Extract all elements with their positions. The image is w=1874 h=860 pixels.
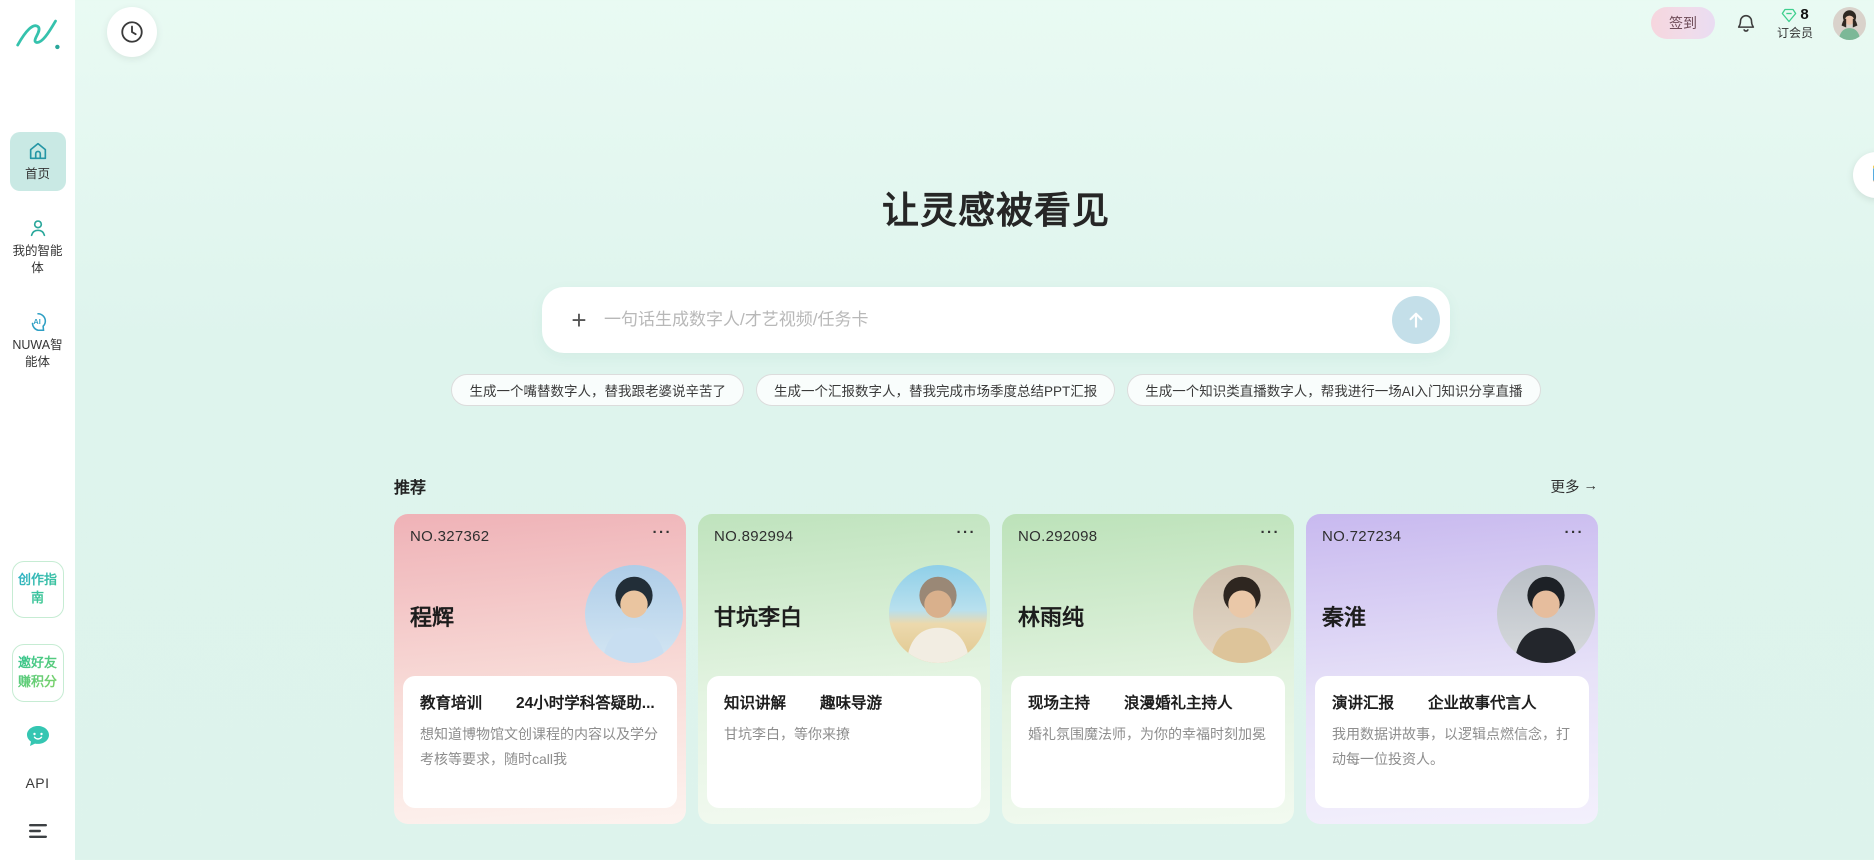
arrow-up-icon bbox=[1406, 310, 1426, 330]
invite-friends-label: 邀好友赚积分 bbox=[18, 655, 57, 689]
agent-name: 甘坑李白 bbox=[714, 600, 802, 632]
card-panel: 教育培训 24小时学科答疑助... 想知道博物馆文创课程的内容以及学分考核等要求… bbox=[403, 676, 677, 808]
agent-avatar bbox=[1497, 565, 1595, 663]
card-number: NO.727234 bbox=[1322, 528, 1401, 545]
sidebar-item-nuwa-agents[interactable]: AI NUWA智能体 bbox=[10, 303, 66, 379]
suggestion-chip[interactable]: 生成一个汇报数字人，替我完成市场季度总结PPT汇报 bbox=[756, 374, 1115, 406]
sidebar-item-my-agents[interactable]: 我的智能体 bbox=[10, 209, 66, 285]
invite-friends-button[interactable]: 邀好友赚积分 bbox=[12, 644, 64, 702]
agent-card[interactable]: NO.327362 ··· 程辉 教育培训 24小时学科答疑助... 想知道博物… bbox=[394, 514, 686, 824]
agent-tag: 知识讲解 bbox=[724, 691, 786, 713]
card-menu-button[interactable]: ··· bbox=[957, 528, 977, 539]
agent-tag: 现场主持 bbox=[1028, 691, 1090, 713]
main-content: 让灵感被看见 + 生成一个嘴替数字人，替我跟老婆说辛苦了 生成一个汇报数字人，替… bbox=[394, 0, 1598, 860]
agent-description: 想知道博物馆文创课程的内容以及学分考核等要求，随时call我 bbox=[420, 722, 660, 772]
plus-icon: + bbox=[571, 305, 586, 335]
card-menu-button[interactable]: ··· bbox=[1261, 528, 1281, 539]
edit-fab-button[interactable] bbox=[1853, 152, 1874, 198]
history-button[interactable] bbox=[107, 7, 157, 57]
gem-icon bbox=[1781, 8, 1797, 23]
recommend-title: 推荐 bbox=[394, 474, 426, 498]
topbar-right: 签到 8 订会员 bbox=[1651, 6, 1866, 41]
agent-tag: 24小时学科答疑助... bbox=[516, 691, 655, 713]
agent-tag: 浪漫婚礼主持人 bbox=[1124, 691, 1233, 713]
card-panel: 现场主持 浪漫婚礼主持人 婚礼氛围魔法师，为你的幸福时刻加冕 bbox=[1011, 676, 1285, 808]
agent-avatar bbox=[585, 565, 683, 663]
home-icon bbox=[27, 140, 49, 162]
card-panel: 演讲汇报 企业故事代言人 我用数据讲故事，以逻辑点燃信念，打动每一位投资人。 bbox=[1315, 676, 1589, 808]
hamburger-icon bbox=[28, 823, 48, 839]
sidebar-bottom: 创作指南 邀好友赚积分 API bbox=[0, 561, 75, 844]
recommend-header: 推荐 更多 → bbox=[394, 474, 1598, 498]
agent-card[interactable]: NO.292098 ··· 林雨纯 现场主持 浪漫婚礼主持人 婚礼氛围魔法师，为… bbox=[1002, 514, 1294, 824]
agent-tag: 趣味导游 bbox=[820, 691, 882, 713]
creation-guide-label: 创作指南 bbox=[18, 572, 57, 606]
agent-name: 程辉 bbox=[410, 600, 454, 632]
sidebar-item-home-label: 首页 bbox=[25, 166, 50, 183]
card-menu-button[interactable]: ··· bbox=[1565, 528, 1585, 539]
more-link-label: 更多 bbox=[1551, 476, 1580, 497]
suggestion-chip[interactable]: 生成一个知识类直播数字人，帮我进行一场AI入门知识分享直播 bbox=[1127, 374, 1540, 406]
user-avatar[interactable] bbox=[1833, 7, 1866, 40]
checkin-button[interactable]: 签到 bbox=[1651, 7, 1715, 39]
attach-button[interactable]: + bbox=[564, 305, 594, 336]
sidebar-item-nuwa-agents-label: NUWA智能体 bbox=[12, 337, 64, 371]
agent-card[interactable]: NO.892994 ··· 甘坑李白 知识讲解 趣味导游 甘坑李白，等你来撩 bbox=[698, 514, 990, 824]
member-label: 订会员 bbox=[1777, 26, 1813, 41]
notifications-button[interactable] bbox=[1735, 12, 1757, 34]
sidebar-item-my-agents-label: 我的智能体 bbox=[12, 243, 64, 277]
agent-name: 林雨纯 bbox=[1018, 600, 1084, 632]
card-menu-button[interactable]: ··· bbox=[653, 528, 673, 539]
suggestion-chips: 生成一个嘴替数字人，替我跟老婆说辛苦了 生成一个汇报数字人，替我完成市场季度总结… bbox=[394, 374, 1598, 406]
agent-tag: 演讲汇报 bbox=[1332, 691, 1394, 713]
submit-button[interactable] bbox=[1392, 296, 1440, 344]
agent-name: 秦淮 bbox=[1322, 600, 1366, 632]
sidebar-nav: 首页 我的智能体 AI NUWA智能体 bbox=[0, 132, 75, 378]
pencil-icon bbox=[1867, 164, 1874, 186]
agent-avatar bbox=[1193, 565, 1291, 663]
search-bar: + bbox=[542, 287, 1450, 353]
ai-head-icon: AI bbox=[27, 311, 49, 333]
card-number: NO.327362 bbox=[410, 528, 489, 545]
agent-card[interactable]: NO.727234 ··· 秦淮 演讲汇报 企业故事代言人 我用数据讲故事，以逻… bbox=[1306, 514, 1598, 824]
credits-count: 8 bbox=[1800, 6, 1808, 25]
user-icon bbox=[27, 217, 49, 239]
agent-description: 甘坑李白，等你来撩 bbox=[724, 722, 964, 747]
chat-support-button[interactable] bbox=[25, 724, 51, 753]
credits-member-badge[interactable]: 8 订会员 bbox=[1777, 6, 1813, 41]
svg-text:AI: AI bbox=[33, 316, 40, 325]
api-button[interactable]: API bbox=[25, 775, 49, 791]
card-number: NO.892994 bbox=[714, 528, 793, 545]
agent-cards: NO.327362 ··· 程辉 教育培训 24小时学科答疑助... 想知道博物… bbox=[394, 514, 1598, 824]
bell-icon bbox=[1735, 12, 1757, 34]
agent-tag: 企业故事代言人 bbox=[1428, 691, 1537, 713]
chat-bubble-icon bbox=[25, 724, 51, 748]
clock-icon bbox=[119, 19, 145, 45]
agent-tag: 教育培训 bbox=[420, 691, 482, 713]
card-panel: 知识讲解 趣味导游 甘坑李白，等你来撩 bbox=[707, 676, 981, 808]
suggestion-chip[interactable]: 生成一个嘴替数字人，替我跟老婆说辛苦了 bbox=[451, 374, 744, 406]
card-number: NO.292098 bbox=[1018, 528, 1097, 545]
creation-guide-button[interactable]: 创作指南 bbox=[12, 561, 64, 619]
menu-button[interactable] bbox=[28, 823, 48, 844]
app-logo bbox=[14, 10, 62, 56]
sidebar-item-home[interactable]: 首页 bbox=[10, 132, 66, 191]
sidebar: 首页 我的智能体 AI NUWA智能体 创作指南 邀好友赚积分 bbox=[0, 0, 75, 860]
arrow-right-icon: → bbox=[1584, 478, 1599, 494]
search-input[interactable] bbox=[604, 310, 1392, 330]
agent-avatar bbox=[889, 565, 987, 663]
agent-description: 婚礼氛围魔法师，为你的幸福时刻加冕 bbox=[1028, 722, 1268, 747]
more-link[interactable]: 更多 → bbox=[1551, 476, 1599, 497]
agent-description: 我用数据讲故事，以逻辑点燃信念，打动每一位投资人。 bbox=[1332, 722, 1572, 772]
page-title: 让灵感被看见 bbox=[394, 180, 1598, 234]
